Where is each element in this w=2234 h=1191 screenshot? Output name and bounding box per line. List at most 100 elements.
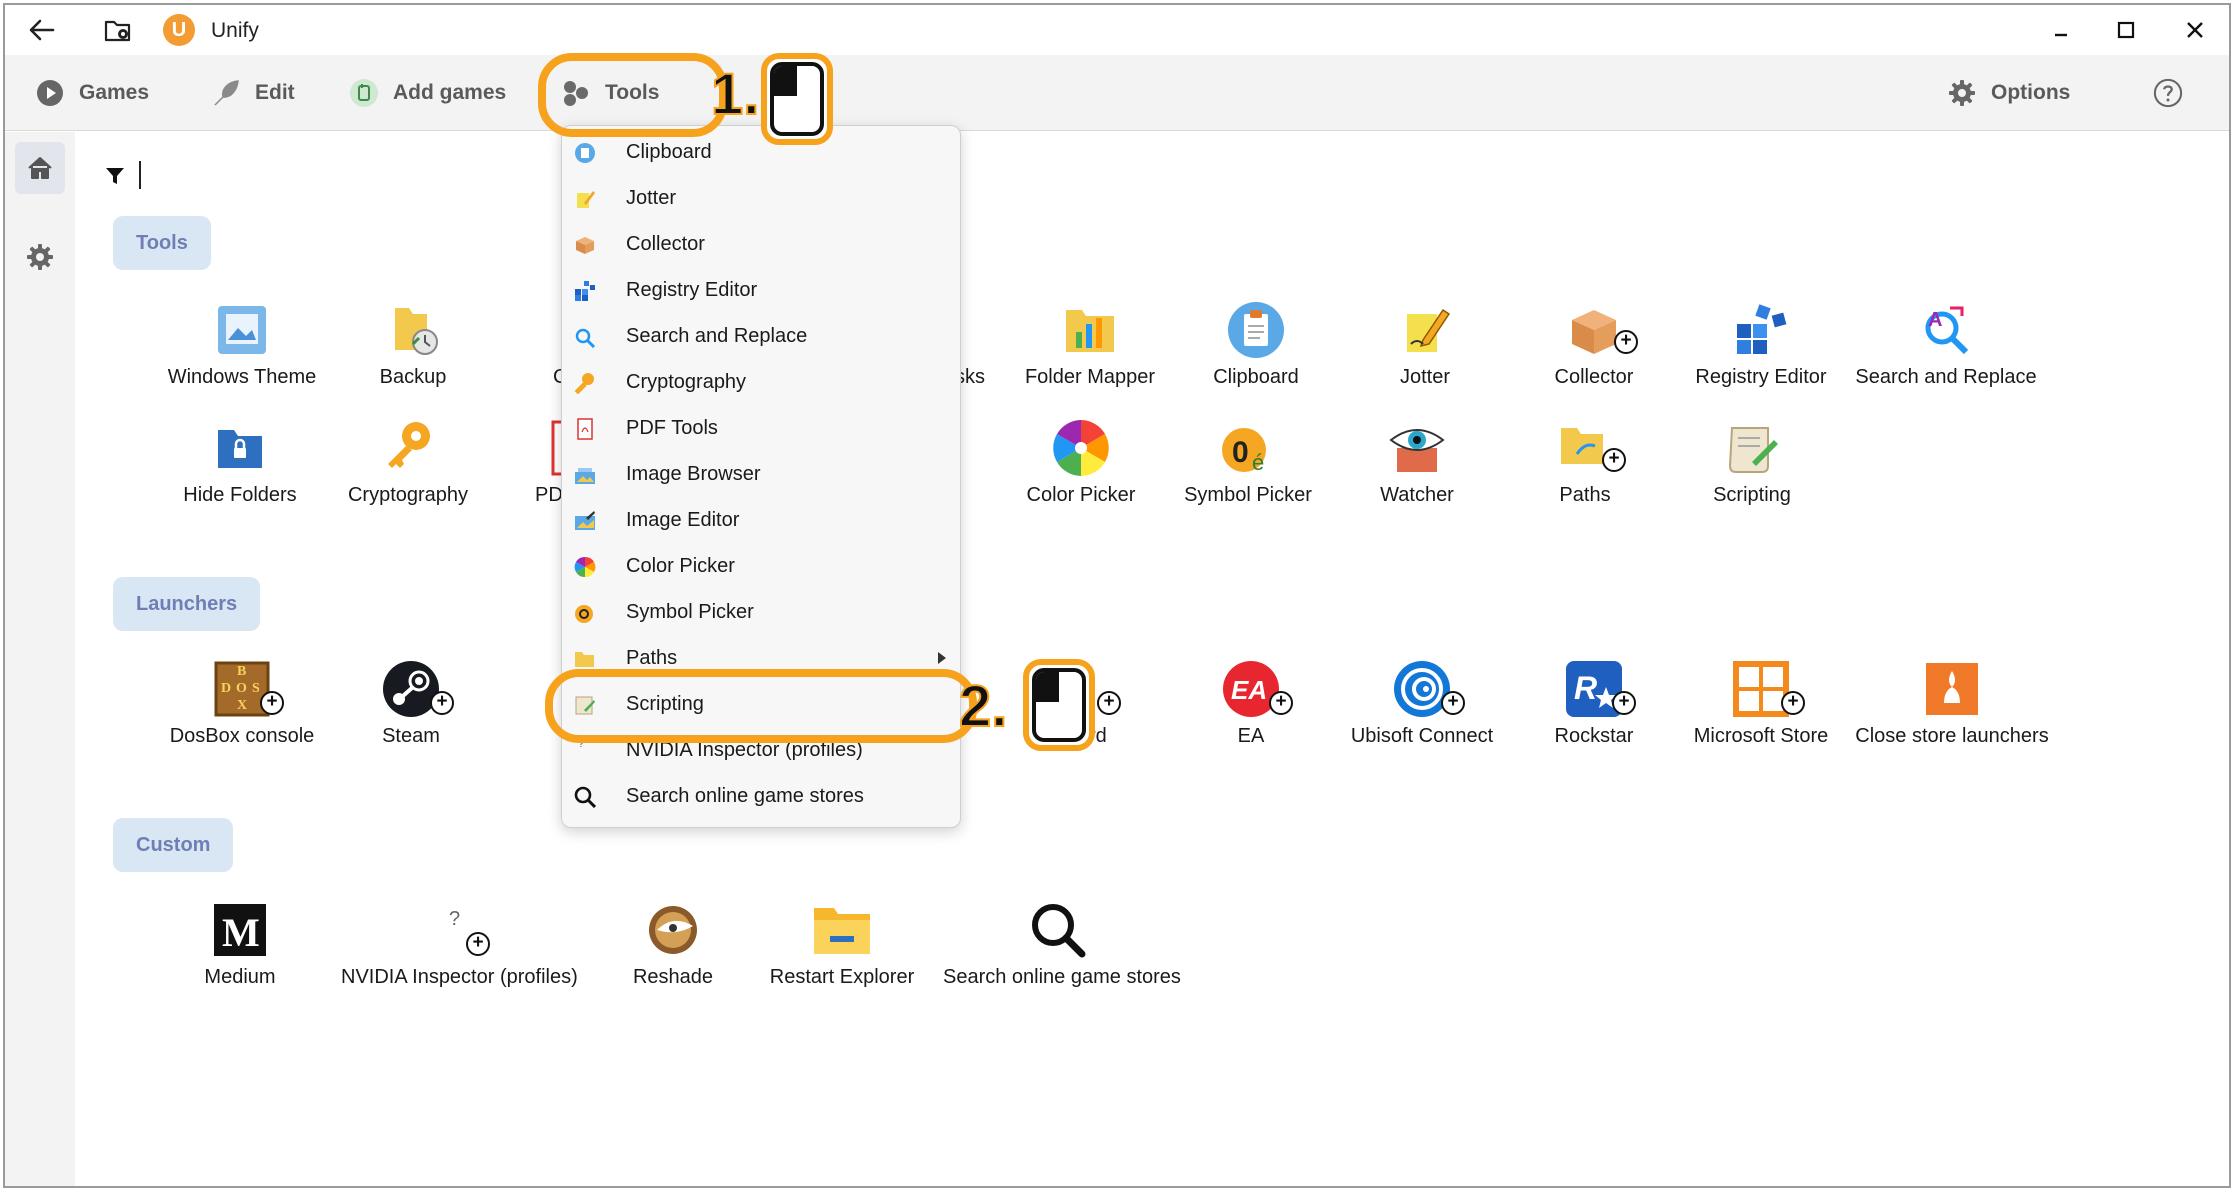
menu-item-search-online-stores[interactable]: Search online game stores	[562, 774, 960, 820]
home-icon	[28, 157, 52, 179]
window-title: Unify	[211, 19, 259, 42]
medium-logo-text: M	[222, 910, 260, 955]
filter-icon	[106, 168, 124, 184]
image-browser-icon	[575, 468, 595, 484]
menu-item-label: Search and Replace	[626, 325, 808, 347]
jotter-icon	[1407, 308, 1451, 352]
help-button[interactable]	[2153, 73, 2183, 113]
registry-editor-icon	[1737, 304, 1787, 354]
collector-icon	[1572, 310, 1616, 354]
menu-item-label: Color Picker	[626, 555, 735, 577]
clipboard-icon	[1228, 302, 1284, 358]
collector-icon	[576, 237, 594, 254]
dosbox-letter: D	[221, 681, 231, 696]
registry-editor-icon	[575, 281, 595, 301]
menu-item-registry-editor[interactable]: Registry Editor	[562, 268, 960, 314]
settings-gear-icon[interactable]	[25, 242, 55, 272]
menu-item-jotter[interactable]: Jotter	[562, 176, 960, 222]
restart-explorer-icon	[814, 908, 870, 954]
dosbox-letter: O	[236, 681, 247, 696]
hide-folders-icon	[218, 430, 262, 468]
search-icon	[1032, 904, 1086, 958]
step1-number: 1.	[710, 61, 760, 128]
step2-number: 2.	[958, 673, 1008, 740]
options-button[interactable]: Options	[1947, 73, 2070, 113]
tile-search-replace[interactable]: A Search and Replace	[1831, 300, 2061, 408]
edit-button[interactable]: Edit	[211, 73, 295, 113]
menu-item-image-browser[interactable]: Image Browser	[562, 452, 960, 498]
options-label: Options	[1991, 81, 2071, 104]
tile-nvidia-inspector[interactable]: ? + NVIDIA Inspector (profiles)	[341, 900, 578, 1008]
tile-restart-explorer[interactable]: Restart Explorer	[727, 900, 957, 1008]
close-store-launchers-icon	[1926, 663, 1978, 715]
tile-label: Steam	[382, 725, 440, 747]
folder-settings-icon[interactable]	[103, 17, 133, 45]
dosbox-letter: X	[237, 698, 247, 713]
symbol-picker-icon	[575, 605, 593, 623]
back-arrow-icon[interactable]	[27, 15, 57, 45]
filter-input[interactable]	[139, 161, 141, 189]
menu-item-label: Image Browser	[626, 463, 761, 485]
tile-cryptography[interactable]: Cryptography	[293, 418, 523, 526]
add-badge-icon: +	[466, 932, 490, 956]
tile-label: rd	[1089, 725, 1107, 747]
menu-item-cryptography[interactable]: Cryptography	[562, 360, 960, 406]
sidebar	[5, 132, 75, 1186]
home-button[interactable]	[15, 142, 65, 194]
tile-label: Scripting	[1713, 484, 1791, 506]
search-icon	[574, 786, 596, 808]
minimize-button[interactable]	[2041, 13, 2081, 47]
tile-steam[interactable]: + Steam	[296, 659, 526, 767]
folder-mapper-icon	[1066, 310, 1114, 352]
backup-icon	[395, 308, 438, 355]
tile-label: Close store launchers	[1855, 725, 2049, 747]
menu-item-label: Cryptography	[626, 371, 747, 393]
dosbox-letter: S	[252, 681, 260, 696]
add-games-label: Add games	[393, 81, 507, 104]
app-logo: U	[163, 14, 195, 46]
add-badge-icon: +	[1612, 691, 1636, 715]
tile-label: Search and Replace	[1855, 366, 2037, 388]
add-badge-icon: +	[1269, 691, 1293, 715]
add-games-button[interactable]: Add games	[349, 73, 506, 113]
cryptography-icon	[574, 373, 594, 394]
menu-item-label: Registry Editor	[626, 279, 758, 301]
menu-item-image-editor[interactable]: Image Editor	[562, 498, 960, 544]
edit-label: Edit	[255, 81, 295, 104]
medium-icon: M	[214, 904, 266, 956]
cryptography-icon	[388, 422, 430, 468]
menu-item-label: Search online game stores	[626, 785, 864, 807]
menu-item-label: Collector	[626, 233, 705, 255]
menu-item-symbol-picker[interactable]: Symbol Picker	[562, 590, 960, 636]
add-games-icon	[349, 78, 379, 108]
tile-scripting[interactable]: Scripting	[1637, 418, 1867, 526]
symbol-picker-icon: 0é	[1222, 428, 1266, 475]
svg-text:A: A	[1928, 309, 1942, 331]
maximize-button[interactable]	[2106, 13, 2146, 47]
section-tools-header: Tools	[113, 216, 211, 270]
tile-medium[interactable]: M Medium	[125, 900, 355, 1008]
tile-partial-c[interactable]: C	[457, 300, 577, 408]
menu-item-label: Clipboard	[626, 141, 712, 163]
menu-item-search-replace[interactable]: Search and Replace	[562, 314, 960, 360]
menu-item-color-picker[interactable]: Color Picker	[562, 544, 960, 590]
reshade-icon	[649, 906, 697, 954]
help-icon	[2153, 78, 2183, 108]
menu-item-collector[interactable]: Collector	[562, 222, 960, 268]
add-badge-icon: +	[430, 691, 454, 715]
app-window: U Unify Games Edit Add games Tools Optio…	[3, 3, 2231, 1188]
games-button[interactable]: Games	[35, 73, 149, 113]
scripting-icon	[1728, 427, 1778, 473]
tile-close-store-launchers[interactable]: Close store launchers	[1837, 659, 2067, 767]
close-button[interactable]	[2175, 13, 2215, 47]
paths-icon	[575, 652, 594, 667]
color-picker-icon	[574, 556, 596, 578]
add-badge-icon: +	[1781, 691, 1805, 715]
image-editor-icon	[575, 511, 595, 530]
section-custom-header: Custom	[113, 818, 234, 872]
tile-search-online-stores[interactable]: Search online game stores	[943, 900, 1181, 1008]
menu-item-pdf-tools[interactable]: PDF Tools	[562, 406, 960, 452]
play-icon	[35, 78, 65, 108]
main-toolbar: Games Edit Add games Tools Options	[5, 55, 2229, 131]
pdf-tools-icon	[577, 418, 593, 440]
